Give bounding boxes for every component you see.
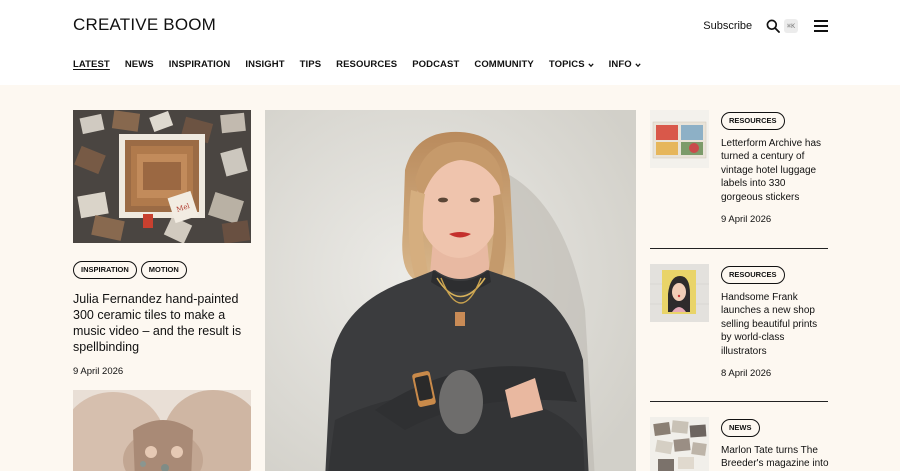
article-date: 9 April 2026 [721, 214, 772, 225]
tag-resources[interactable]: RESOURCES [721, 112, 785, 130]
right-article-body: RESOURCES Letterform Archive has turned … [721, 110, 829, 225]
hero-portrait-image[interactable] [265, 110, 636, 471]
nav-item-insight[interactable]: INSIGHT [245, 59, 284, 70]
article-thumbnail-print[interactable] [650, 264, 709, 322]
tag-inspiration[interactable]: INSPIRATION [73, 261, 137, 279]
article-headline[interactable]: Julia Fernandez hand-painted 300 ceramic… [73, 291, 251, 355]
right-article-body: NEWS Marlon Tate turns The Breeder's mag… [721, 417, 829, 471]
tag-motion[interactable]: MOTION [140, 261, 187, 279]
divider [650, 248, 828, 249]
site-header: CREATIVE BOOM Subscribe ⌘K LATEST NEWS I… [0, 0, 900, 85]
article-date: 9 April 2026 [73, 365, 124, 377]
article-headline[interactable]: Handsome Frank launches a new shop selli… [721, 291, 829, 359]
nav-item-tips[interactable]: TIPS [300, 59, 322, 70]
divider [650, 401, 828, 402]
right-article-card[interactable]: RESOURCES Letterform Archive has turned … [650, 110, 828, 240]
article-date: 8 April 2026 [721, 368, 772, 379]
right-article-card[interactable]: RESOURCES Handsome Frank launches a new … [650, 264, 828, 394]
subscribe-link[interactable]: Subscribe [703, 20, 752, 32]
tag-news[interactable]: NEWS [721, 419, 760, 437]
chevron-down-icon [587, 62, 594, 67]
nav-item-topics[interactable]: TOPICS [549, 59, 594, 70]
nav-item-inspiration[interactable]: INSPIRATION [169, 59, 231, 70]
left-article-card[interactable]: Mel INSPIRATION MOTION Julia Fernandez h… [73, 110, 251, 377]
article-thumbnail-fur-coat[interactable] [73, 390, 251, 471]
article-headline[interactable]: Marlon Tate turns The Breeder's magazine… [721, 444, 829, 471]
nav-item-latest[interactable]: LATEST [73, 59, 110, 70]
nav-item-news[interactable]: NEWS [125, 59, 154, 70]
nav-item-info[interactable]: INFO [609, 59, 641, 70]
nav-item-info-label: INFO [608, 59, 632, 70]
search-icon[interactable] [766, 19, 781, 33]
article-thumbnail-stickers[interactable] [650, 110, 709, 168]
nav-item-community[interactable]: COMMUNITY [474, 59, 533, 70]
site-logo[interactable]: CREATIVE BOOM [73, 15, 216, 35]
menu-icon[interactable] [814, 20, 828, 32]
article-thumbnail-magazine[interactable] [650, 417, 709, 471]
nav-item-topics-label: TOPICS [548, 59, 585, 70]
header-tools: Subscribe ⌘K [703, 16, 828, 36]
chevron-down-icon [635, 62, 641, 67]
nav-item-podcast[interactable]: PODCAST [412, 59, 459, 70]
article-thumbnail-tiles[interactable]: Mel [73, 110, 251, 244]
main-nav: LATEST NEWS INSPIRATION INSIGHT TIPS RES… [73, 59, 656, 70]
search-shortcut-badge: ⌘K [784, 19, 798, 33]
right-article-card[interactable]: NEWS Marlon Tate turns The Breeder's mag… [650, 417, 829, 471]
tag-resources[interactable]: RESOURCES [721, 266, 785, 284]
nav-item-resources[interactable]: RESOURCES [336, 59, 397, 70]
right-article-body: RESOURCES Handsome Frank launches a new … [721, 264, 829, 379]
article-headline[interactable]: Letterform Archive has turned a century … [721, 137, 829, 205]
article-tags: INSPIRATION MOTION [73, 261, 251, 279]
